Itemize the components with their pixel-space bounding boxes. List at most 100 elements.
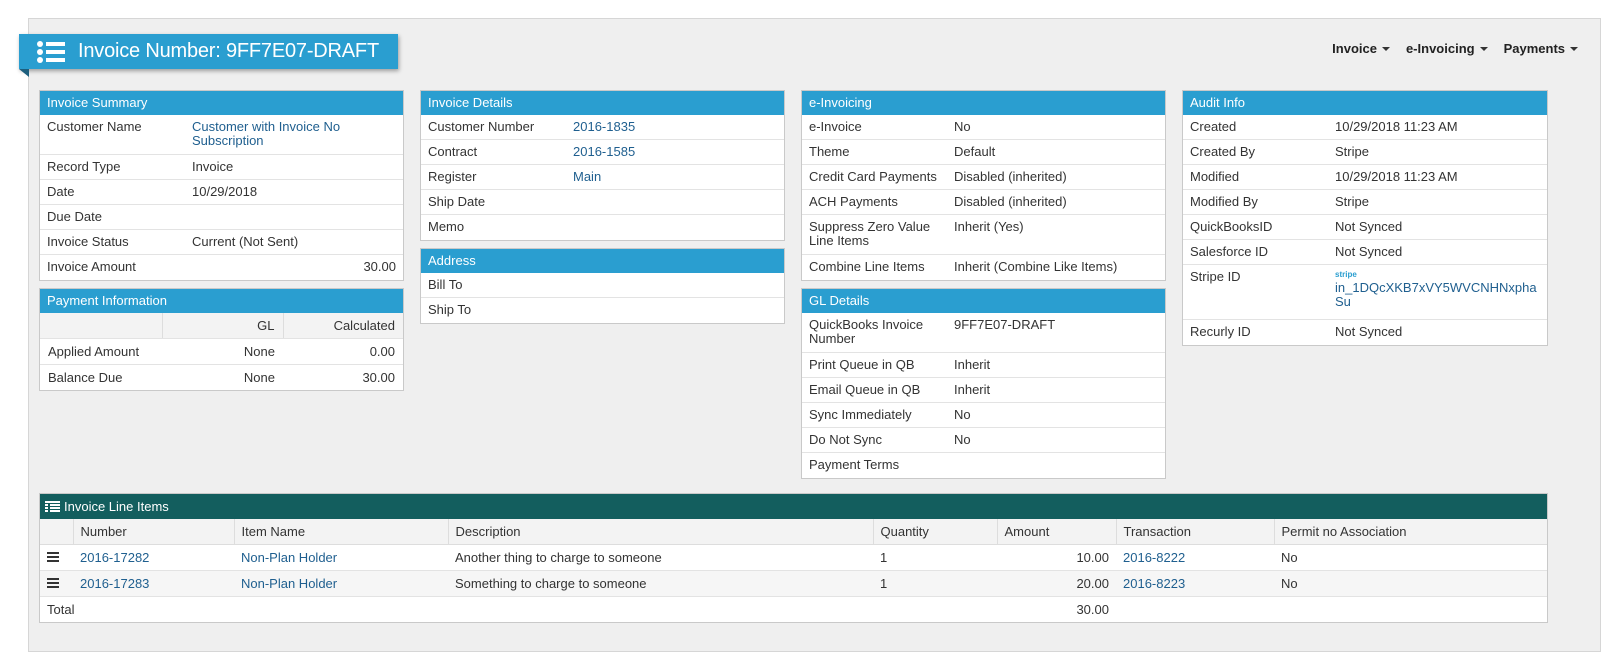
einvoicing-row: e-Invoice No bbox=[802, 115, 1165, 140]
gl-value: None bbox=[243, 370, 275, 385]
field-value bbox=[573, 278, 777, 292]
field-value bbox=[573, 220, 777, 235]
field-label: Email Queue in QB bbox=[809, 382, 921, 397]
row-label: Balance Due bbox=[48, 370, 123, 385]
panel-title: Invoice Details bbox=[421, 91, 784, 115]
column-header bbox=[40, 519, 74, 545]
audit-row: Modified By Stripe bbox=[1183, 190, 1547, 215]
customer-name-link[interactable]: Customer with Invoice No Subscription bbox=[192, 120, 396, 149]
field-value: Inherit bbox=[954, 382, 991, 397]
invoice-menu-label: Invoice bbox=[1332, 41, 1377, 56]
top-nav: Invoice e-Invoicing Payments bbox=[1324, 41, 1586, 56]
field-label: Theme bbox=[809, 144, 850, 159]
table-row: Balance Due None 30.00 bbox=[40, 365, 403, 391]
einvoicing-row: ACH Payments Disabled (inherited) bbox=[802, 190, 1165, 215]
e-invoicing-menu-label: e-Invoicing bbox=[1405, 41, 1475, 56]
audit-row: Created 10/29/2018 11:23 AM bbox=[1183, 115, 1547, 140]
permit-cell: No bbox=[1274, 570, 1547, 597]
register-link[interactable]: Main bbox=[573, 170, 777, 184]
gl-row: Payment Terms bbox=[802, 453, 1165, 478]
field-value: Stripe bbox=[1335, 144, 1369, 159]
field-label: Contract bbox=[428, 144, 478, 159]
payments-menu-label: Payments bbox=[1503, 41, 1565, 56]
line-items-header: Invoice Line Items bbox=[40, 494, 1547, 519]
summary-row: Customer Name Customer with Invoice No S… bbox=[40, 115, 403, 155]
field-value: No bbox=[954, 407, 971, 422]
column-header: Description bbox=[448, 519, 874, 545]
field-value bbox=[954, 458, 1158, 473]
invoice-page: Invoice Number: 9FF7E07-DRAFT Invoice e-… bbox=[19, 18, 1601, 652]
field-label: Bill To bbox=[428, 277, 463, 292]
field-label: Invoice Status bbox=[47, 234, 129, 249]
stripe-id-cell: stripe in_1DQcXKB7xVY5WVCNHNxphaSu bbox=[1335, 270, 1540, 314]
invoice-menu[interactable]: Invoice bbox=[1324, 41, 1398, 56]
details-row: Ship Date bbox=[421, 190, 784, 215]
field-label: Do Not Sync bbox=[809, 432, 882, 447]
field-label: e-Invoice bbox=[809, 119, 862, 134]
field-value: Current (Not Sent) bbox=[192, 234, 299, 249]
summary-row: Invoice Amount 30.00 bbox=[40, 255, 403, 280]
einvoicing-row: Suppress Zero Value Line Items Inherit (… bbox=[802, 215, 1165, 255]
audit-row: QuickBooksID Not Synced bbox=[1183, 215, 1547, 240]
field-label: Invoice Amount bbox=[47, 259, 136, 274]
total-value: 30.00 bbox=[1076, 602, 1109, 617]
audit-row: Recurly ID Not Synced bbox=[1183, 320, 1547, 345]
calculated-value: 0.00 bbox=[283, 338, 403, 365]
column-header: Calculated bbox=[283, 313, 403, 339]
customer-number-link[interactable]: 2016-1835 bbox=[573, 120, 777, 134]
field-value: Stripe bbox=[1335, 194, 1369, 209]
table-row: 2016-17283 Non-Plan Holder Something to … bbox=[40, 570, 1547, 597]
item-name-link[interactable]: Non-Plan Holder bbox=[241, 576, 337, 591]
payment-table: GL Calculated Applied Amount None 0.00 B… bbox=[40, 313, 403, 390]
field-label: Recurly ID bbox=[1190, 324, 1251, 339]
address-row: Ship To bbox=[421, 298, 784, 323]
caret-down-icon bbox=[1381, 46, 1390, 51]
invoice-summary-panel: Invoice Summary Customer Name Customer w… bbox=[39, 90, 404, 281]
list-menu-icon[interactable] bbox=[37, 40, 65, 63]
field-label: Modified bbox=[1190, 169, 1240, 184]
field-label: QuickBooks Invoice Number bbox=[809, 317, 924, 346]
table-row: Applied Amount None 0.00 bbox=[40, 338, 403, 365]
panel-title: GL Details bbox=[802, 289, 1165, 313]
einvoicing-row: Theme Default bbox=[802, 140, 1165, 165]
line-number-link[interactable]: 2016-17283 bbox=[80, 576, 149, 591]
audit-info-panel: Audit Info Created 10/29/2018 11:23 AM C… bbox=[1182, 90, 1548, 346]
field-label: Credit Card Payments bbox=[809, 169, 937, 184]
e-invoicing-menu[interactable]: e-Invoicing bbox=[1398, 41, 1496, 56]
panel-title: Address bbox=[421, 249, 784, 273]
field-value: 9FF7E07-DRAFT bbox=[954, 317, 1056, 332]
contract-link[interactable]: 2016-1585 bbox=[573, 145, 777, 159]
field-label: Date bbox=[47, 184, 75, 199]
payments-menu[interactable]: Payments bbox=[1496, 41, 1586, 56]
table-row: 2016-17282 Non-Plan Holder Another thing… bbox=[40, 544, 1547, 571]
table-header-row: GL Calculated bbox=[40, 313, 403, 339]
audit-row: Stripe ID stripe in_1DQcXKB7xVY5WVCNHNxp… bbox=[1183, 265, 1547, 320]
transaction-link[interactable]: 2016-8223 bbox=[1123, 576, 1185, 591]
item-name-link[interactable]: Non-Plan Holder bbox=[241, 550, 337, 565]
hamburger-menu-icon[interactable] bbox=[47, 552, 59, 562]
field-label: Due Date bbox=[47, 209, 102, 224]
field-label: Customer Number bbox=[428, 119, 535, 134]
line-items-table: Number Item Name Description Quantity Am… bbox=[40, 519, 1547, 622]
transaction-link[interactable]: 2016-8222 bbox=[1123, 550, 1185, 565]
panel-title: e-Invoicing bbox=[802, 91, 1165, 115]
field-label: Salesforce ID bbox=[1190, 244, 1269, 259]
hamburger-menu-icon[interactable] bbox=[47, 578, 59, 588]
permit-cell: No bbox=[1274, 544, 1547, 571]
field-value: Disabled (inherited) bbox=[954, 169, 1067, 184]
invoice-line-items-panel: Invoice Line Items Number Item Name Desc… bbox=[39, 493, 1548, 623]
page-title-banner: Invoice Number: 9FF7E07-DRAFT bbox=[19, 34, 398, 77]
summary-row: Invoice Status Current (Not Sent) bbox=[40, 230, 403, 255]
column-header: GL bbox=[162, 313, 284, 339]
field-label: Sync Immediately bbox=[809, 407, 912, 422]
stripe-id-link[interactable]: in_1DQcXKB7xVY5WVCNHNxphaSu bbox=[1335, 280, 1537, 309]
total-label: Total bbox=[47, 602, 75, 617]
field-value: Not Synced bbox=[1335, 219, 1403, 234]
field-value: 10/29/2018 11:23 AM bbox=[1335, 119, 1458, 134]
column-header bbox=[40, 313, 163, 339]
field-label: QuickBooksID bbox=[1190, 219, 1273, 234]
amount-cell: 20.00 bbox=[997, 570, 1116, 597]
line-number-link[interactable]: 2016-17282 bbox=[80, 550, 149, 565]
banner-fold bbox=[19, 69, 29, 77]
field-value: Inherit bbox=[954, 357, 991, 372]
